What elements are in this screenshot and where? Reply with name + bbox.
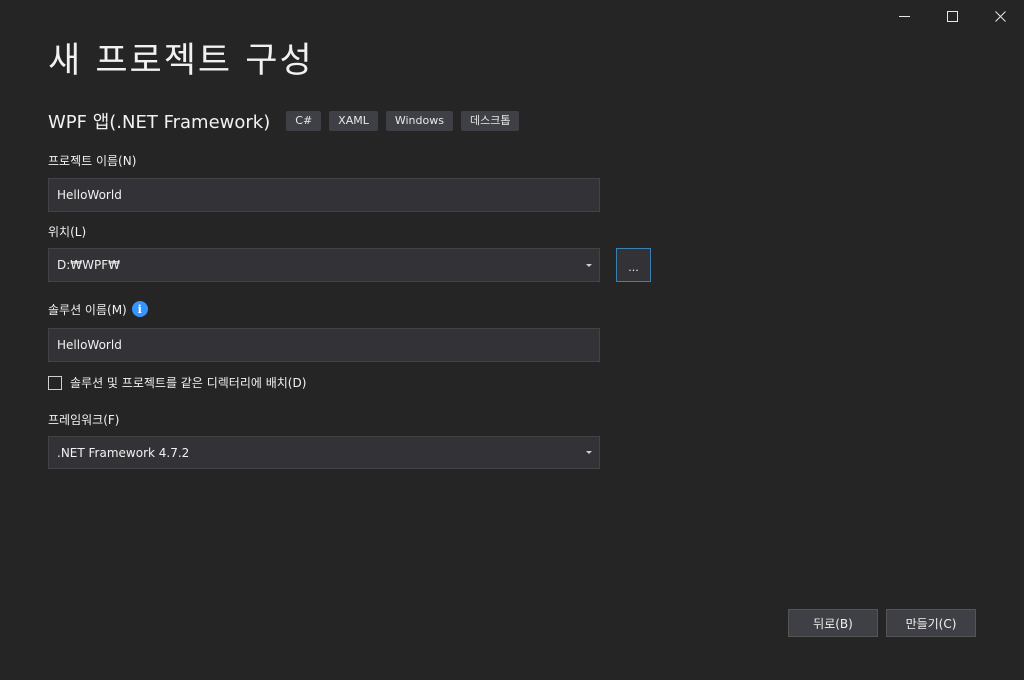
tag-xaml: XAML	[329, 111, 378, 131]
framework-label: 프레임워크(F)	[48, 413, 120, 427]
location-combobox[interactable]: D:₩WPF₩	[48, 248, 600, 282]
configure-project-dialog: 새 프로젝트 구성 WPF 앱(.NET Framework) C# XAML …	[0, 0, 1024, 680]
close-button[interactable]	[976, 0, 1024, 32]
page-title: 새 프로젝트 구성	[48, 41, 314, 81]
maximize-icon	[946, 10, 958, 22]
template-summary: WPF 앱(.NET Framework) C# XAML Windows 데스…	[48, 108, 527, 134]
tag-language: C#	[286, 111, 322, 131]
same-directory-label: 솔루션 및 프로젝트를 같은 디렉터리에 배치(D)	[70, 376, 307, 390]
same-directory-option[interactable]: 솔루션 및 프로젝트를 같은 디렉터리에 배치(D)	[48, 374, 306, 391]
maximize-button[interactable]	[928, 0, 976, 32]
minimize-icon	[898, 15, 910, 17]
tag-platform: Windows	[385, 111, 453, 131]
solution-name-label: 솔루션 이름(M)	[48, 302, 127, 317]
location-label: 위치(L)	[48, 225, 87, 239]
info-icon[interactable]: i	[131, 301, 148, 317]
minimize-button[interactable]	[880, 0, 928, 32]
project-name-input[interactable]	[48, 178, 600, 212]
same-directory-checkbox[interactable]	[48, 375, 62, 390]
chevron-down-icon[interactable]	[586, 451, 592, 454]
browse-button[interactable]: ...	[616, 248, 651, 282]
framework-combobox[interactable]: .NET Framework 4.7.2	[48, 436, 600, 469]
chevron-down-icon[interactable]	[586, 263, 592, 267]
solution-name-label-row: 솔루션 이름(M) i	[48, 300, 148, 318]
back-button[interactable]: 뒤로(B)	[788, 609, 878, 637]
template-name: WPF 앱(.NET Framework)	[48, 112, 271, 133]
window-controls	[880, 0, 1024, 32]
framework-value: .NET Framework 4.7.2	[57, 445, 190, 460]
solution-name-input[interactable]	[48, 328, 600, 362]
close-icon	[994, 10, 1006, 22]
project-name-label: 프로젝트 이름(N)	[48, 154, 137, 168]
location-value: D:₩WPF₩	[57, 258, 121, 272]
tag-project-type: 데스크톱	[460, 111, 520, 131]
create-button[interactable]: 만들기(C)	[886, 609, 976, 637]
